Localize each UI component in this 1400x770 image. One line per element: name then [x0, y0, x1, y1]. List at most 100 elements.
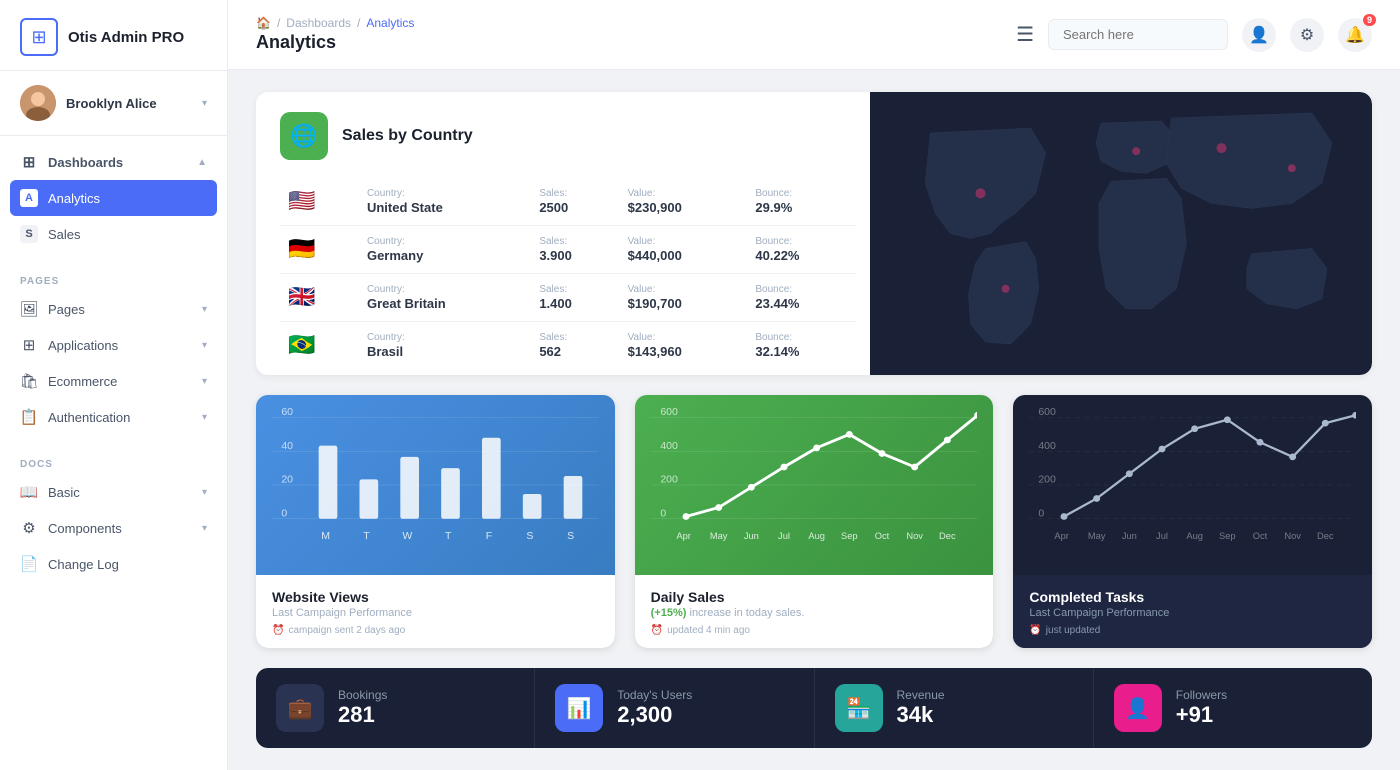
components-icon: ⚙ — [20, 519, 38, 537]
sidebar-item-changelog[interactable]: 📄 Change Log — [0, 546, 227, 582]
daily-sales-highlight: (+15%) — [651, 607, 687, 619]
svg-text:Jun: Jun — [1122, 531, 1137, 541]
applications-icon: ⊞ — [20, 336, 38, 354]
pages-chevron-icon: ▾ — [202, 304, 207, 315]
svg-text:200: 200 — [660, 475, 678, 486]
sidebar-item-sales[interactable]: S Sales — [0, 216, 227, 252]
sidebar-item-applications-label: Applications — [48, 338, 192, 353]
svg-text:Nov: Nov — [1285, 531, 1302, 541]
svg-text:Apr: Apr — [1055, 531, 1070, 541]
sales-country-title: Sales by Country — [342, 127, 473, 145]
stat-value-followers: +91 — [1176, 702, 1227, 728]
svg-text:F: F — [486, 531, 492, 542]
svg-text:200: 200 — [1039, 475, 1057, 486]
sidebar-item-authentication-label: Authentication — [48, 410, 192, 425]
sidebar-item-basic-label: Basic — [48, 485, 192, 500]
sidebar-item-applications[interactable]: ⊞ Applications ▾ — [0, 327, 227, 363]
pages-icon: 🖼 — [20, 300, 38, 318]
sales-country-card: 🌐 Sales by Country 🇺🇸 Country:United Sta… — [256, 92, 1372, 375]
svg-text:M: M — [321, 531, 330, 542]
country-flag: 🇺🇸 — [288, 188, 315, 213]
svg-text:W: W — [402, 531, 412, 542]
svg-text:Jul: Jul — [1156, 531, 1168, 541]
charts-row: 60 40 20 0 M T — [256, 395, 1372, 648]
stat-value-revenue: 34k — [897, 702, 945, 728]
stat-icon-revenue: 🏪 — [835, 684, 883, 732]
hamburger-icon[interactable]: ☰ — [1016, 22, 1034, 47]
sidebar-item-dashboards-label: Dashboards — [48, 155, 187, 170]
sidebar-item-sales-label: Sales — [48, 227, 207, 242]
svg-text:Jun: Jun — [743, 531, 758, 541]
daily-sales-title: Daily Sales — [651, 589, 978, 605]
svg-text:Aug: Aug — [1187, 531, 1204, 541]
analytics-icon: A — [20, 189, 38, 207]
sales-icon: S — [20, 225, 38, 243]
docs-section-label: DOCS — [0, 451, 227, 474]
user-profile-button[interactable]: 👤 — [1242, 18, 1276, 52]
table-row: 🇩🇪 Country:Germany Sales:3.900 Value:$44… — [280, 226, 857, 274]
svg-text:T: T — [363, 531, 370, 542]
notifications-button[interactable]: 🔔 9 — [1338, 18, 1372, 52]
applications-chevron-icon: ▾ — [202, 340, 207, 351]
app-name: Otis Admin PRO — [68, 29, 184, 46]
svg-text:May: May — [710, 531, 728, 541]
svg-text:Jul: Jul — [778, 531, 790, 541]
stat-icon-followers: 👤 — [1114, 684, 1162, 732]
svg-text:0: 0 — [660, 509, 666, 520]
svg-text:20: 20 — [281, 475, 293, 486]
changelog-icon: 📄 — [20, 555, 38, 573]
basic-chevron-icon: ▾ — [202, 487, 207, 498]
world-map-overlay — [870, 92, 1372, 375]
stat-icon-bookings: 💼 — [276, 684, 324, 732]
stat-item-followers: 👤 Followers +91 — [1094, 668, 1372, 748]
svg-text:Sep: Sep — [841, 531, 858, 541]
website-views-title: Website Views — [272, 589, 599, 605]
svg-text:S: S — [526, 531, 533, 542]
svg-text:400: 400 — [660, 441, 678, 452]
svg-text:Oct: Oct — [1253, 531, 1268, 541]
logo-icon: ⊞ — [20, 18, 58, 56]
completed-tasks-subtitle: Last Campaign Performance — [1029, 607, 1356, 619]
svg-text:0: 0 — [281, 509, 287, 520]
sidebar-item-ecommerce[interactable]: 🛍 Ecommerce ▾ — [0, 363, 227, 399]
daily-sales-subtitle: (+15%) increase in today sales. — [651, 607, 978, 619]
user-chevron-icon: ▾ — [202, 98, 207, 109]
svg-text:60: 60 — [281, 407, 293, 418]
breadcrumb-dashboards[interactable]: Dashboards — [286, 16, 351, 30]
table-row: 🇧🇷 Country:Brasil Sales:562 Value:$143,9… — [280, 322, 857, 370]
stat-item-today_users: 📊 Today's Users 2,300 — [535, 668, 814, 748]
sidebar-item-ecommerce-label: Ecommerce — [48, 374, 192, 389]
sidebar-item-pages-label: Pages — [48, 302, 192, 317]
svg-text:600: 600 — [1039, 407, 1057, 418]
stat-label-today_users: Today's Users — [617, 688, 692, 702]
settings-button[interactable]: ⚙ — [1290, 18, 1324, 52]
ecommerce-icon: 🛍 — [20, 372, 38, 390]
daily-sales-chart: 600 400 200 0 — [635, 395, 994, 575]
sidebar-item-pages[interactable]: 🖼 Pages ▾ — [0, 291, 227, 327]
country-flag: 🇧🇷 — [288, 332, 315, 357]
stat-item-revenue: 🏪 Revenue 34k — [815, 668, 1094, 748]
completed-tasks-info: Completed Tasks Last Campaign Performanc… — [1013, 575, 1372, 648]
website-views-card: 60 40 20 0 M T — [256, 395, 615, 648]
search-input[interactable] — [1048, 19, 1228, 50]
stat-label-revenue: Revenue — [897, 688, 945, 702]
stat-icon-today_users: 📊 — [555, 684, 603, 732]
sidebar-item-basic[interactable]: 📖 Basic ▾ — [0, 474, 227, 510]
page-title: Analytics — [256, 32, 1002, 53]
user-profile[interactable]: Brooklyn Alice ▾ — [0, 71, 227, 136]
daily-sales-time: ⏰ updated 4 min ago — [651, 625, 978, 636]
svg-text:600: 600 — [660, 407, 678, 418]
dashboards-section: ⊞ Dashboards ▲ A Analytics S Sales — [0, 136, 227, 260]
sidebar-item-components[interactable]: ⚙ Components ▾ — [0, 510, 227, 546]
country-flag: 🇬🇧 — [288, 284, 315, 309]
website-views-subtitle: Last Campaign Performance — [272, 607, 599, 619]
svg-text:T: T — [445, 531, 452, 542]
authentication-chevron-icon: ▾ — [202, 412, 207, 423]
content-area: 🌐 Sales by Country 🇺🇸 Country:United Sta… — [228, 70, 1400, 770]
sidebar-item-authentication[interactable]: 📋 Authentication ▾ — [0, 399, 227, 435]
docs-section: DOCS 📖 Basic ▾ ⚙ Components ▾ 📄 Change L… — [0, 443, 227, 590]
sidebar-item-dashboards[interactable]: ⊞ Dashboards ▲ — [0, 144, 227, 180]
pages-section-label: PAGES — [0, 268, 227, 291]
sidebar-item-analytics[interactable]: A Analytics — [10, 180, 217, 216]
daily-sales-info: Daily Sales (+15%) increase in today sal… — [635, 575, 994, 648]
